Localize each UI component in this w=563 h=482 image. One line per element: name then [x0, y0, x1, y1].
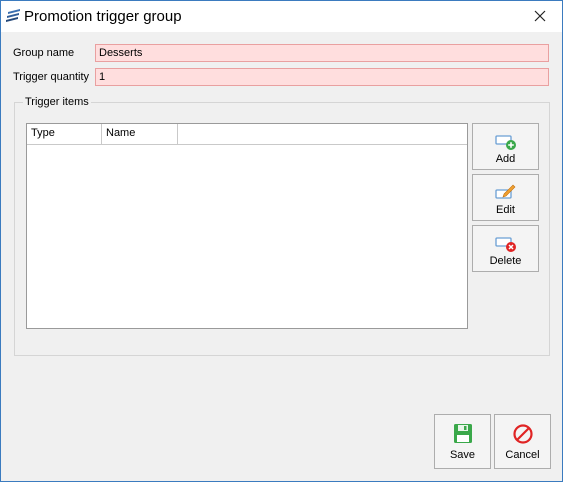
add-button[interactable]: Add [472, 123, 539, 170]
trigger-items-title: Trigger items [23, 96, 91, 108]
app-logo-icon [6, 9, 20, 22]
close-button[interactable] [525, 4, 555, 28]
delete-button[interactable]: Delete [472, 225, 539, 272]
add-button-label: Add [495, 153, 516, 165]
window-title: Promotion trigger group [24, 8, 182, 25]
edit-button-label: Edit [496, 204, 515, 216]
cancel-icon [513, 424, 533, 444]
cancel-button[interactable]: Cancel [494, 414, 551, 469]
save-button[interactable]: Save [434, 414, 491, 469]
grid-header: Type Name [27, 124, 467, 145]
save-icon [454, 424, 472, 443]
group-name-input[interactable] [95, 44, 549, 62]
edit-item-icon [495, 184, 516, 199]
column-header-name[interactable]: Name [102, 124, 178, 144]
cancel-button-label: Cancel [505, 449, 540, 461]
title-bar[interactable]: Promotion trigger group [1, 1, 562, 32]
group-name-label: Group name [13, 47, 75, 59]
dialog-window: Promotion trigger group Group name Trigg… [0, 0, 563, 482]
trigger-quantity-input[interactable] [95, 68, 549, 86]
trigger-quantity-label: Trigger quantity [13, 71, 90, 83]
column-header-type[interactable]: Type [27, 124, 102, 144]
trigger-items-grid[interactable]: Type Name [26, 123, 468, 329]
edit-button[interactable]: Edit [472, 174, 539, 221]
save-button-label: Save [449, 449, 476, 461]
delete-item-icon [495, 237, 516, 252]
close-icon [534, 10, 546, 22]
add-item-icon [495, 135, 516, 150]
delete-button-label: Delete [489, 255, 522, 267]
